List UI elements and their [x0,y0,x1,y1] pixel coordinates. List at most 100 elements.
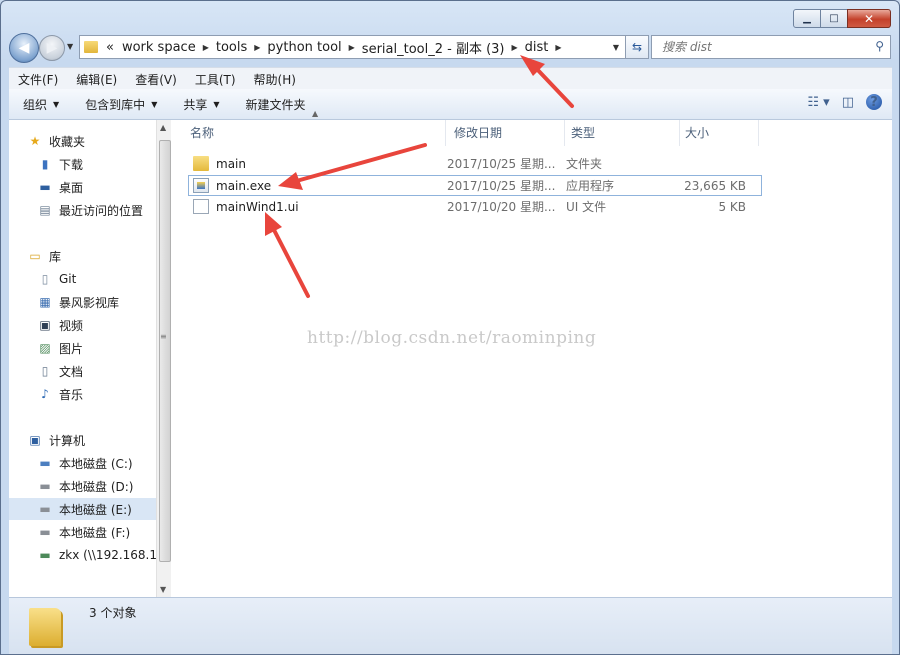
nav-drive-e[interactable]: ▬ 本地磁盘 (E:) [9,498,156,520]
help-icon[interactable]: ? [866,94,882,110]
nav-baofeng[interactable]: ▦ 暴风影视库 [9,291,156,313]
nav-scrollbar[interactable]: ▲ ≡ ▼ [156,120,171,597]
nav-git-label: Git [59,272,77,286]
details-pane: 3 个对象 [9,597,892,654]
file-row-main-exe[interactable]: main.exe 2017/10/25 星期... 应用程序 23,665 KB [188,175,762,196]
nav-libraries[interactable]: ▭ 库 [9,245,156,267]
breadcrumb-separator-icon[interactable]: ▶ [251,43,263,52]
video-icon: ▣ [39,318,51,332]
search-box[interactable]: ⚲ [651,35,891,59]
chevron-down-icon: ▼ [213,99,220,109]
menu-view[interactable]: 查看(V) [126,71,186,88]
close-icon: ✕ [863,11,875,26]
nav-documents-label: 文档 [59,364,84,379]
nav-downloads[interactable]: ▮ 下载 [9,153,156,175]
nav-drive-f[interactable]: ▬ 本地磁盘 (F:) [9,521,156,543]
scroll-thumb[interactable] [159,140,171,562]
maximize-button[interactable]: □ [820,9,848,28]
menu-tools[interactable]: 工具(T) [186,71,245,88]
breadcrumb-separator-icon[interactable]: ▶ [552,43,564,52]
menu-bar: 文件(F) 编辑(E) 查看(V) 工具(T) 帮助(H) [9,67,892,90]
nav-network-drive-label: zkx (\\192.168.10 [59,548,156,562]
file-row-main-folder[interactable]: main 2017/10/25 星期... 文件夹 [188,153,762,174]
document-icon [193,199,209,214]
network-drive-icon: ▬ [39,548,51,562]
caption-buttons: ▁ □ ✕ [793,9,891,28]
nav-pictures[interactable]: ▨ 图片 [9,337,156,359]
scroll-down-icon[interactable]: ▼ [160,585,166,594]
forward-button[interactable]: ▶ [39,35,65,61]
nav-documents[interactable]: ▯ 文档 [9,360,156,382]
breadcrumb-tools[interactable]: tools [212,40,251,55]
close-button[interactable]: ✕ [847,9,891,28]
nav-downloads-label: 下载 [59,157,84,172]
column-name[interactable]: 名称 ▲ [171,110,446,146]
nav-music[interactable]: ♪ 音乐 [9,383,156,405]
breadcrumb-python-tool[interactable]: python tool [263,40,345,55]
preview-pane-icon[interactable]: ◫ [842,95,854,110]
nav-git[interactable]: ▯ Git [9,268,156,290]
minimize-icon: ▁ [803,12,811,24]
watermark: http://blog.csdn.net/raominping [307,328,597,348]
breadcrumb-dist[interactable]: dist [521,40,553,55]
history-dropdown[interactable]: ▼ [67,42,73,51]
nav-drive-c-label: 本地磁盘 (C:) [59,456,133,471]
forward-arrow-icon: ▶ [46,40,58,56]
search-icon[interactable]: ⚲ [875,39,884,53]
nav-recent[interactable]: ▤ 最近访问的位置 [9,199,156,221]
column-modified-label: 修改日期 [454,126,503,140]
item-count: 3 个对象 [89,606,137,620]
column-modified[interactable]: 修改日期 [446,120,565,146]
organize-button[interactable]: 组织 ▼ [9,96,71,113]
column-size[interactable]: 大小 [680,120,759,146]
nav-drive-d[interactable]: ▬ 本地磁盘 (D:) [9,475,156,497]
refresh-icon: ⇆ [631,40,643,54]
address-bar[interactable]: « work space ▶ tools ▶ python tool ▶ ser… [79,35,626,59]
nav-drive-e-label: 本地磁盘 (E:) [59,502,132,517]
nav-pictures-label: 图片 [59,341,84,356]
back-button[interactable]: ◀ [9,33,39,63]
menu-help[interactable]: 帮助(H) [245,71,305,88]
maximize-icon: □ [829,12,839,24]
file-name: mainWind1.ui [216,199,299,214]
nav-drive-c[interactable]: ▬ 本地磁盘 (C:) [9,452,156,474]
share-button[interactable]: 共享 ▼ [169,96,231,113]
breadcrumb-overflow[interactable]: « [102,40,118,55]
nav-videos[interactable]: ▣ 视频 [9,314,156,336]
star-icon: ★ [29,134,41,148]
breadcrumb-separator-icon[interactable]: ▶ [509,43,521,52]
include-library-button[interactable]: 包含到库中 ▼ [71,96,169,113]
address-dropdown-icon[interactable]: ▼ [613,43,619,52]
search-input[interactable] [660,39,864,55]
nav-drive-f-label: 本地磁盘 (F:) [59,525,131,540]
sort-ascending-icon: ▲ [312,109,319,118]
scroll-up-icon[interactable]: ▲ [160,123,166,132]
menu-edit[interactable]: 编辑(E) [67,71,126,88]
breadcrumb-work-space[interactable]: work space [118,40,200,55]
file-row-mainwind-ui[interactable]: mainWind1.ui 2017/10/20 星期... UI 文件 5 KB [188,196,762,217]
nav-favorites[interactable]: ★ 收藏夹 [9,130,156,152]
system-drive-icon: ▬ [39,456,51,470]
breadcrumb-separator-icon[interactable]: ▶ [346,43,358,52]
column-type[interactable]: 类型 [565,120,680,146]
new-folder-button[interactable]: 新建文件夹 [232,96,318,113]
file-modified: 2017/10/25 星期... [447,157,556,171]
nav-desktop[interactable]: ▬ 桌面 [9,176,156,198]
drive-icon: ▬ [39,502,51,516]
file-type: UI 文件 [566,200,607,214]
drive-icon: ▬ [39,525,51,539]
menu-file[interactable]: 文件(F) [9,71,67,88]
navigation-pane: ★ 收藏夹 ▮ 下载 ▬ 桌面 ▤ 最近访问的位置 ▭ 库 ▯ Git ▦ 暴风影视库 ▣ 视频… [9,120,156,597]
view-options-icon[interactable]: ☷ ▾ [807,95,829,110]
file-size: 23,665 KB [684,178,746,193]
minimize-button[interactable]: ▁ [793,9,821,28]
breadcrumb-separator-icon[interactable]: ▶ [200,43,212,52]
nav-computer[interactable]: ▣ 计算机 [9,429,156,451]
explorer-window: ▁ □ ✕ ◀ ▶ ▼ « work space ▶ tools ▶ pytho… [0,0,900,655]
nav-network-drive[interactable]: ▬ zkx (\\192.168.10 [9,544,156,566]
new-folder-label: 新建文件夹 [245,97,306,112]
breadcrumb-serial-tool[interactable]: serial_tool_2 - 副本 (3) [358,38,509,57]
file-modified: 2017/10/25 星期... [447,179,556,193]
refresh-button[interactable]: ⇆ [625,35,649,59]
chevron-down-icon: ▼ [67,42,74,51]
